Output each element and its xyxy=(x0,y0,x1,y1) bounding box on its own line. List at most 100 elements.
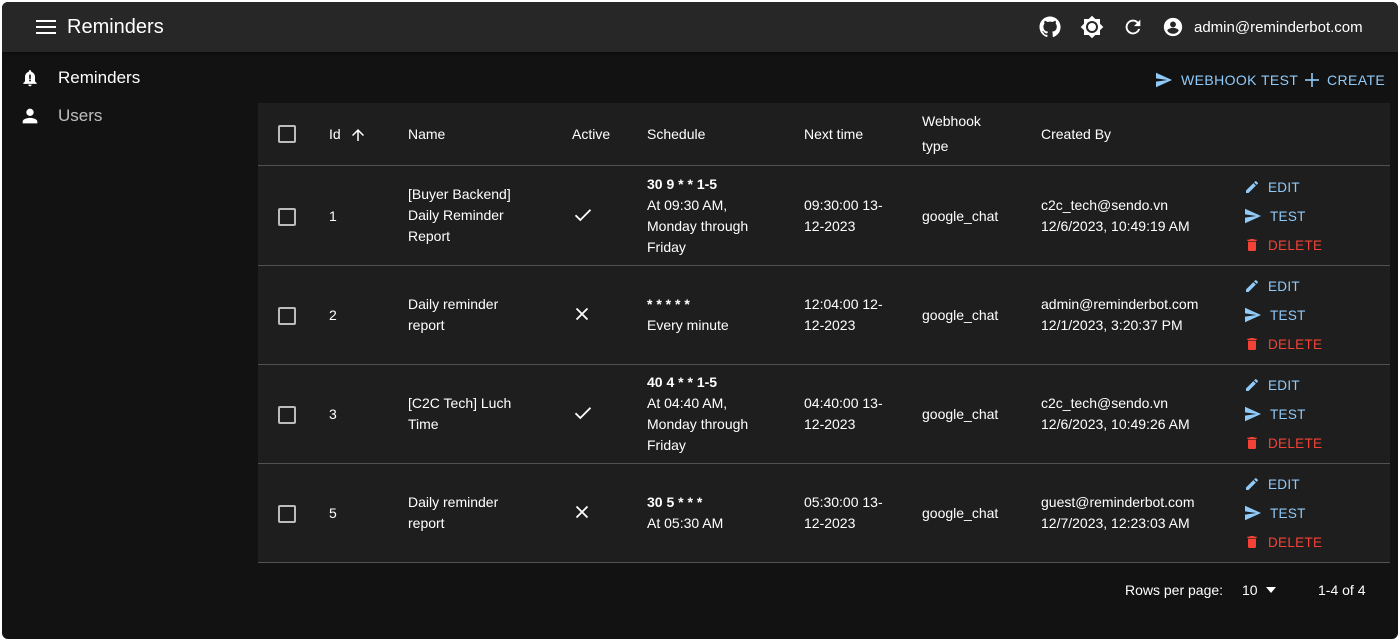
add-icon xyxy=(1305,73,1319,87)
table-row[interactable]: 2 Daily reminder report * * * * * Every m… xyxy=(258,266,1390,365)
edit-button[interactable]: EDIT xyxy=(1244,276,1300,296)
row-name: [C2C Tech] Luch Time xyxy=(408,395,512,432)
inactive-cross-icon xyxy=(575,306,589,327)
rows-per-page-select[interactable]: 10 xyxy=(1242,580,1276,600)
delete-button[interactable]: DELETE xyxy=(1244,334,1322,354)
pencil-icon xyxy=(1246,279,1258,292)
refresh-button[interactable] xyxy=(1121,15,1145,39)
table-header: Id Name Active Schedule Next time Webhoo… xyxy=(258,103,1390,166)
user-menu[interactable]: admin@reminderbot.com xyxy=(1162,15,1363,39)
column-header-webhook-type[interactable]: Webhook type xyxy=(922,109,981,159)
edit-button[interactable]: EDIT xyxy=(1244,375,1300,395)
test-button[interactable]: TEST xyxy=(1244,305,1306,325)
row-name: Daily reminder report xyxy=(408,494,499,531)
delete-button[interactable]: DELETE xyxy=(1244,235,1322,255)
row-schedule: 30 5 * * * At 05:30 AM xyxy=(647,494,724,531)
github-icon xyxy=(1039,16,1061,38)
rows-per-page-label: Rows per page: xyxy=(1125,582,1224,598)
row-schedule: 40 4 * * 1-5 At 04:40 AM, Monday through F… xyxy=(647,374,749,453)
active-check-icon xyxy=(574,207,592,228)
webhook-test-button[interactable]: WEBHOOK TEST xyxy=(1155,68,1298,92)
trash-icon xyxy=(1247,536,1257,548)
test-button[interactable]: TEST xyxy=(1244,206,1306,226)
row-next-time: 05:30:00 13- 12-2023 xyxy=(804,494,883,531)
row-next-time: 12:04:00 12- 12-2023 xyxy=(804,296,883,333)
reminders-table: Id Name Active Schedule Next time Webhoo… xyxy=(258,103,1390,563)
column-header-id[interactable]: Id xyxy=(329,122,367,147)
pencil-icon xyxy=(1246,180,1258,193)
active-check-icon xyxy=(574,405,592,426)
row-id: 2 xyxy=(329,307,337,323)
row-created-by: c2c_tech@sendo.vn 12/6/2023, 10:49:26 AM xyxy=(1041,395,1190,432)
page-title: Reminders xyxy=(67,16,164,38)
row-webhook-type: google_chat xyxy=(922,307,999,323)
arrow-up-icon xyxy=(351,128,364,141)
theme-toggle-button[interactable] xyxy=(1080,15,1104,39)
webhook-test-label: WEBHOOK TEST xyxy=(1181,72,1299,88)
row-created-by: c2c_tech@sendo.vn 12/6/2023, 10:49:19 AM xyxy=(1041,197,1190,234)
bell-icon xyxy=(18,66,42,90)
hamburger-icon xyxy=(36,20,56,34)
sidebar-item-reminders[interactable]: Reminders xyxy=(2,60,242,96)
row-name: Daily reminder report xyxy=(408,296,499,333)
row-created-by: guest@reminderbot.com 12/7/2023, 12:23:03… xyxy=(1041,494,1195,531)
column-header-active[interactable]: Active xyxy=(572,122,610,147)
table-row[interactable]: 3 [C2C Tech] Luch Time 40 4 * * 1-5 At 04… xyxy=(258,365,1390,464)
row-checkbox[interactable] xyxy=(278,406,296,424)
inactive-cross-icon xyxy=(575,504,589,525)
github-button[interactable] xyxy=(1038,15,1062,39)
brightness-icon xyxy=(1080,15,1104,39)
send-icon xyxy=(1156,72,1172,88)
send-icon xyxy=(1245,406,1261,422)
trash-icon xyxy=(1247,338,1257,350)
sidebar-item-users[interactable]: Users xyxy=(2,98,242,134)
sidebar-item-label: Users xyxy=(58,106,103,125)
row-schedule: 30 9 * * 1-5 At 09:30 AM, Monday through F… xyxy=(647,176,749,255)
row-id: 5 xyxy=(329,505,337,521)
test-button[interactable]: TEST xyxy=(1244,404,1306,424)
row-checkbox[interactable] xyxy=(278,505,296,523)
row-next-time: 04:40:00 13- 12-2023 xyxy=(804,395,883,432)
column-header-next-time[interactable]: Next time xyxy=(804,122,863,147)
trash-icon xyxy=(1247,239,1257,251)
sidebar-item-label: Reminders xyxy=(58,68,141,87)
row-webhook-type: google_chat xyxy=(922,208,999,224)
row-webhook-type: google_chat xyxy=(922,505,999,521)
app-window: Reminders admin@reminderbot.com Reminder… xyxy=(2,2,1398,639)
row-id: 3 xyxy=(329,406,337,422)
delete-button[interactable]: DELETE xyxy=(1244,532,1322,552)
pencil-icon xyxy=(1246,477,1258,490)
select-all-checkbox[interactable] xyxy=(278,125,296,143)
row-checkbox[interactable] xyxy=(278,208,296,226)
person-icon xyxy=(18,104,42,128)
edit-button[interactable]: EDIT xyxy=(1244,474,1300,494)
delete-button[interactable]: DELETE xyxy=(1244,433,1322,453)
edit-button[interactable]: EDIT xyxy=(1244,177,1300,197)
table-row[interactable]: 5 Daily reminder report 30 5 * * * At 05:… xyxy=(258,464,1390,563)
row-schedule: * * * * * Every minute xyxy=(647,296,729,333)
row-name: [Buyer Backend] Daily Reminder Report xyxy=(408,186,511,244)
caret-down-icon xyxy=(1265,587,1276,593)
row-checkbox[interactable] xyxy=(278,307,296,325)
row-next-time: 09:30:00 13- 12-2023 xyxy=(804,197,883,234)
row-webhook-type: google_chat xyxy=(922,406,999,422)
pencil-icon xyxy=(1246,378,1258,391)
row-id: 1 xyxy=(329,208,337,224)
test-button[interactable]: TEST xyxy=(1244,503,1306,523)
pagination-range: 1-4 of 4 xyxy=(1318,582,1366,598)
column-header-created-by[interactable]: Created By xyxy=(1041,122,1111,147)
send-icon xyxy=(1245,505,1261,521)
menu-button[interactable] xyxy=(34,15,58,39)
column-header-name[interactable]: Name xyxy=(408,122,445,147)
account-circle-icon xyxy=(1163,17,1183,37)
trash-icon xyxy=(1247,437,1257,449)
create-label: CREATE xyxy=(1327,72,1386,88)
refresh-icon xyxy=(1125,19,1141,35)
create-button[interactable]: CREATE xyxy=(1305,68,1385,92)
user-email: admin@reminderbot.com xyxy=(1194,18,1363,36)
table-row[interactable]: 1 [Buyer Backend] Daily Reminder Report 30… xyxy=(258,167,1390,266)
app-bar: Reminders admin@reminderbot.com xyxy=(2,2,1398,52)
row-created-by: admin@reminderbot.com 12/1/2023, 3:20:37 … xyxy=(1041,296,1199,333)
column-header-schedule[interactable]: Schedule xyxy=(647,122,705,147)
send-icon xyxy=(1245,307,1261,323)
